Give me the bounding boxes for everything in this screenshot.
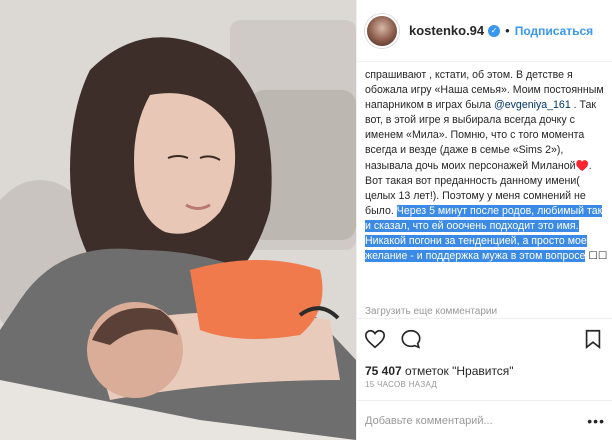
caption-selected-text: Через 5 минут после родов, любимый так и… xyxy=(365,204,603,263)
username-link[interactable]: kostenko.94 xyxy=(409,23,484,38)
photo-illustration xyxy=(0,0,356,440)
post-header: kostenko.94 ✓ • Подписаться xyxy=(357,0,612,62)
action-bar xyxy=(357,318,612,358)
post-caption: спрашивают , кстати, об этом. В детстве … xyxy=(365,68,609,300)
follow-button[interactable]: Подписаться xyxy=(515,24,593,38)
comment-bar: ••• xyxy=(357,400,612,440)
separator-dot: • xyxy=(505,23,510,38)
post-sidebar: kostenko.94 ✓ • Подписаться спрашивают ,… xyxy=(356,0,612,440)
likes-label: отметок "Нравится" xyxy=(405,364,514,378)
comment-input[interactable] xyxy=(365,414,575,427)
instagram-post: kostenko.94 ✓ • Подписаться спрашивают ,… xyxy=(0,0,612,440)
likes-number: 75 407 xyxy=(365,364,402,378)
post-photo[interactable] xyxy=(0,0,356,440)
avatar[interactable] xyxy=(365,13,399,48)
comment-icon[interactable] xyxy=(399,327,423,351)
likes-count[interactable]: 75 407 отметок "Нравится" xyxy=(365,364,514,378)
heart-icon[interactable] xyxy=(363,327,387,351)
caption-text-2: . Так вот, в этой игре я выбирала всегда… xyxy=(365,99,597,217)
caption-tail: ☐☐ xyxy=(585,250,608,263)
bookmark-icon[interactable] xyxy=(581,327,605,351)
mention-link[interactable]: @evgeniya_161 xyxy=(494,99,571,111)
post-timestamp[interactable]: 15 часов назад xyxy=(365,380,437,389)
load-more-comments-link[interactable]: Загрузить еще комментарии xyxy=(365,306,497,317)
more-options-icon[interactable]: ••• xyxy=(587,413,605,429)
verified-badge-icon: ✓ xyxy=(488,24,501,37)
